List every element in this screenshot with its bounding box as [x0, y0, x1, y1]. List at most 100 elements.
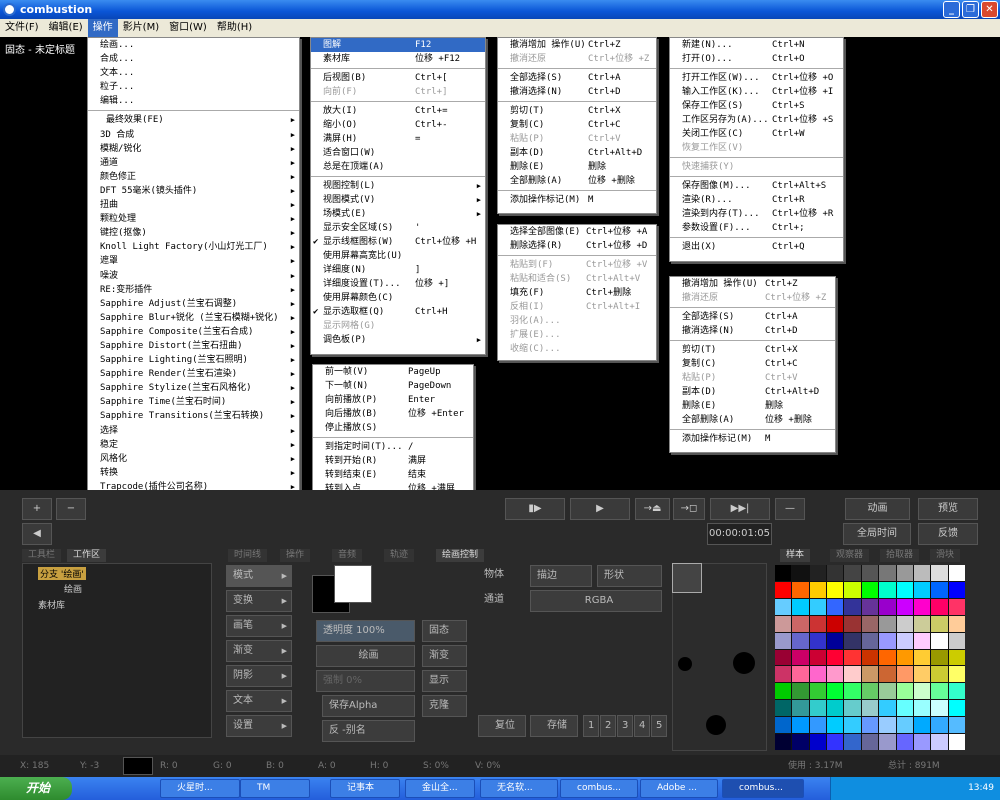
menu-item[interactable]: 视图控制(L) ▶: [311, 179, 485, 193]
swatch[interactable]: [827, 615, 844, 632]
menu-item[interactable]: 新建(N)... Ctrl+N: [670, 38, 843, 52]
menu-item[interactable]: 合成...: [88, 52, 299, 66]
menu-item[interactable]: 向后播放(B) 位移 +Enter: [313, 407, 473, 421]
page-button-1[interactable]: 2: [600, 715, 616, 737]
swatch[interactable]: [809, 581, 827, 598]
page-button-4[interactable]: 5: [651, 715, 667, 737]
menu-item[interactable]: 复制(C) Ctrl+C: [498, 118, 656, 132]
swatch[interactable]: [844, 565, 861, 581]
swatch[interactable]: [931, 700, 948, 717]
effect-menu-item[interactable]: 最终效果(FE) ▶: [88, 113, 299, 127]
swatch[interactable]: [913, 717, 931, 734]
swatch[interactable]: [861, 581, 879, 598]
menu-item[interactable]: 全部选择(S) Ctrl+A: [670, 310, 835, 324]
taskbar-item[interactable]: Adobe ...: [640, 779, 718, 798]
swatch[interactable]: [861, 615, 879, 632]
swatch[interactable]: [809, 700, 827, 717]
menu-item[interactable]: 粒子...: [88, 80, 299, 94]
tab-mid-1[interactable]: 操作: [280, 549, 311, 562]
tab-mid-2[interactable]: 音频: [332, 549, 363, 562]
menu-item[interactable]: 适合窗口(W): [311, 146, 485, 160]
antialias-checkbox[interactable]: 反 -别名: [322, 720, 415, 742]
menu-item[interactable]: 保存图像(M)... Ctrl+Alt+S: [670, 179, 843, 193]
effect-menu-item[interactable]: Sapphire Lighting(兰宝石照明) ▶: [88, 353, 299, 367]
swatch[interactable]: [792, 632, 809, 649]
menu-item[interactable]: 剪切(T) Ctrl+X: [498, 104, 656, 118]
swatch[interactable]: [913, 598, 931, 615]
page-button-3[interactable]: 4: [634, 715, 650, 737]
paint-mode-3[interactable]: 渐变 ▶: [226, 640, 292, 662]
swatch[interactable]: [913, 615, 931, 632]
paint-mode-5[interactable]: 文本 ▶: [226, 690, 292, 712]
preview-button[interactable]: 预览: [918, 498, 978, 520]
effect-menu-item[interactable]: 3D 合成 ▶: [88, 128, 299, 142]
effect-menu-item[interactable]: 遮罩 ▶: [88, 254, 299, 268]
swatch[interactable]: [809, 734, 827, 750]
tab-right-3[interactable]: 滑块: [930, 549, 961, 562]
menu-item[interactable]: 调色板(P) ▶: [311, 333, 485, 347]
swatch[interactable]: [775, 598, 792, 615]
menu-item[interactable]: 参数设置(F)... Ctrl+;: [670, 221, 843, 235]
effect-menu-item[interactable]: 选择 ▶: [88, 424, 299, 438]
menu-item[interactable]: 输入工作区(K)... Ctrl+位移 +I: [670, 85, 843, 99]
swatch[interactable]: [792, 666, 809, 683]
stroke-select[interactable]: 描边: [530, 565, 592, 587]
swatch[interactable]: [931, 581, 948, 598]
menu-2[interactable]: 操作: [87, 19, 118, 37]
tab-right-0[interactable]: 样本: [780, 549, 811, 562]
menu-item[interactable]: 场模式(E) ▶: [311, 207, 485, 221]
swatch[interactable]: [861, 565, 879, 581]
add-button[interactable]: +: [22, 498, 52, 520]
menu-item[interactable]: 渲染到内存(T)... Ctrl+位移 +R: [670, 207, 843, 221]
swatch[interactable]: [809, 598, 827, 615]
menu-item[interactable]: 打开工作区(W)... Ctrl+位移 +O: [670, 71, 843, 85]
swatch[interactable]: [896, 598, 913, 615]
swatch[interactable]: [948, 565, 965, 581]
swatch[interactable]: [879, 615, 896, 632]
brush-xlarge[interactable]: [706, 715, 726, 735]
swatch[interactable]: [861, 700, 879, 717]
swatch[interactable]: [827, 598, 844, 615]
effect-menu-item[interactable]: 颜色修正 ▶: [88, 170, 299, 184]
menu-item[interactable]: 文本...: [88, 66, 299, 80]
menu-item[interactable]: 副本(D) Ctrl+Alt+D: [498, 146, 656, 160]
swatch[interactable]: [879, 666, 896, 683]
channel-select[interactable]: RGBA: [530, 590, 662, 612]
swatch[interactable]: [809, 565, 827, 581]
swatch[interactable]: [844, 615, 861, 632]
swatch[interactable]: [896, 632, 913, 649]
swatch[interactable]: [931, 666, 948, 683]
menu-item[interactable]: 扩展(E)...: [498, 328, 656, 342]
menu-4[interactable]: 窗口(W): [164, 19, 212, 37]
menu-item[interactable]: 撤消还原 Ctrl+位移 +Z: [670, 291, 835, 305]
menu-item[interactable]: 编辑...: [88, 94, 299, 108]
taskbar-item[interactable]: combus...: [722, 779, 804, 798]
swatch[interactable]: [913, 666, 931, 683]
swatch[interactable]: [827, 632, 844, 649]
brush-preview[interactable]: [672, 563, 702, 593]
swatch[interactable]: [948, 632, 965, 649]
swatch[interactable]: [792, 598, 809, 615]
tab-mid-0[interactable]: 时间线: [228, 549, 268, 562]
swatch[interactable]: [827, 649, 844, 666]
paint-mode-0[interactable]: 模式 ▶: [226, 565, 292, 587]
swatch[interactable]: [861, 666, 879, 683]
menu-item[interactable]: 向前(F) Ctrl+]: [311, 85, 485, 99]
swatch[interactable]: [896, 649, 913, 666]
paint-option-1[interactable]: 渐变: [422, 645, 467, 667]
swatch[interactable]: [844, 700, 861, 717]
paint-option-3[interactable]: 克隆: [422, 695, 467, 717]
end-button[interactable]: ▶▶|: [710, 498, 770, 520]
swatch[interactable]: [827, 734, 844, 750]
swatch[interactable]: [896, 581, 913, 598]
menu-item[interactable]: 渲染(R)... Ctrl+R: [670, 193, 843, 207]
menu-item[interactable]: 填充(F) Ctrl+删除: [498, 286, 656, 300]
swatch[interactable]: [948, 683, 965, 700]
taskbar-item[interactable]: 火星时...: [160, 779, 240, 798]
swatch[interactable]: [861, 632, 879, 649]
swatch[interactable]: [896, 666, 913, 683]
swatch[interactable]: [775, 683, 792, 700]
menu-item[interactable]: 前一帧(V) PageUp: [313, 365, 473, 379]
effect-menu-item[interactable]: DFT 55毫米(镜头插件) ▶: [88, 184, 299, 198]
swatch[interactable]: [861, 717, 879, 734]
